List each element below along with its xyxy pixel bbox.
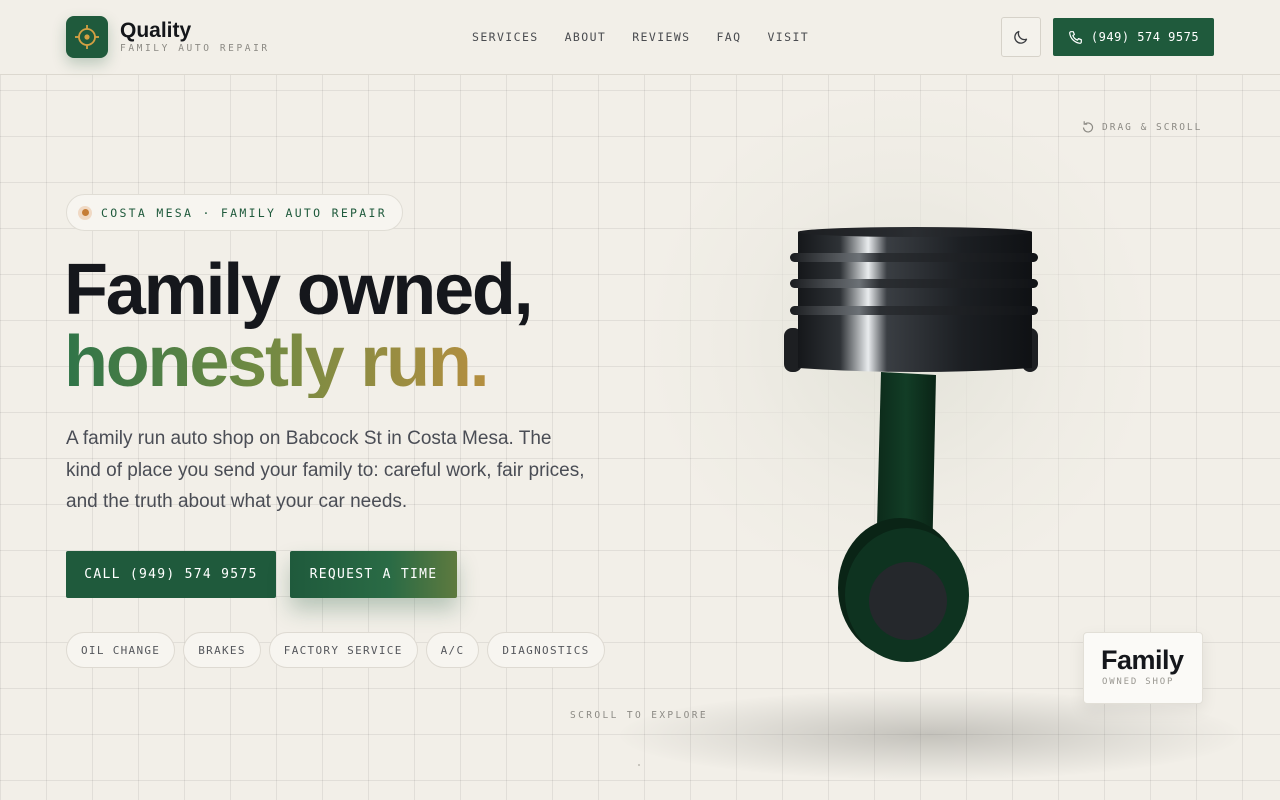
piston-3d-model[interactable] — [770, 220, 1050, 670]
crosshair-icon — [75, 25, 99, 49]
site-header: Quality FAMILY AUTO REPAIR SERVICES ABOU… — [0, 0, 1280, 75]
tag-diagnostics[interactable]: DIAGNOSTICS — [487, 632, 605, 668]
nav-services[interactable]: SERVICES — [472, 30, 539, 44]
request-time-button[interactable]: REQUEST A TIME — [290, 551, 457, 598]
phone-icon — [1069, 30, 1082, 44]
brand-tagline: FAMILY AUTO REPAIR — [120, 43, 270, 54]
header-phone-button[interactable]: (949) 574 9575 — [1053, 18, 1214, 56]
nav-about[interactable]: ABOUT — [565, 30, 607, 44]
drag-hint-text: DRAG & SCROLL — [1102, 121, 1203, 133]
tag-oil-change[interactable]: OIL CHANGE — [66, 632, 176, 668]
header-phone-label: (949) 574 9575 — [1090, 30, 1200, 44]
call-button[interactable]: CALL (949) 574 9575 — [66, 551, 276, 598]
drag-hint: DRAG & SCROLL — [1081, 120, 1202, 134]
tag-factory-service[interactable]: FACTORY SERVICE — [268, 632, 418, 668]
location-pill: COSTA MESA · FAMILY AUTO REPAIR — [66, 194, 403, 231]
tag-brakes[interactable]: BRAKES — [183, 632, 261, 668]
nav-reviews[interactable]: REVIEWS — [632, 30, 690, 44]
theme-toggle-button[interactable] — [1001, 17, 1041, 57]
location-dot-icon — [78, 205, 92, 220]
scroll-hint: SCROLL TO EXPLORE — [570, 710, 709, 721]
service-tags: OIL CHANGE BRAKES FACTORY SERVICE A/C DI… — [66, 632, 605, 668]
tag-ac[interactable]: A/C — [425, 632, 480, 668]
headline-line-2: honestly run. — [64, 322, 490, 402]
badge-subtitle: OWNED SHOP — [1102, 677, 1175, 687]
main-nav: SERVICES ABOUT REVIEWS FAQ VISIT — [472, 30, 809, 44]
nav-visit[interactable]: VISIT — [767, 30, 809, 44]
badge-title: Family — [1101, 645, 1184, 675]
nav-faq[interactable]: FAQ — [716, 30, 741, 44]
rotate-icon — [1082, 121, 1094, 133]
brand-name[interactable]: Quality — [120, 19, 191, 43]
logo[interactable] — [66, 16, 108, 58]
scroll-indicator-dot — [638, 764, 640, 766]
hero-description: A family run auto shop on Babcock St in … — [66, 428, 585, 512]
moon-icon — [1014, 30, 1028, 44]
family-owned-badge: Family OWNED SHOP — [1083, 632, 1203, 704]
headline-line-1: Family owned, — [64, 250, 534, 330]
location-pill-text: COSTA MESA · FAMILY AUTO REPAIR — [101, 205, 387, 220]
